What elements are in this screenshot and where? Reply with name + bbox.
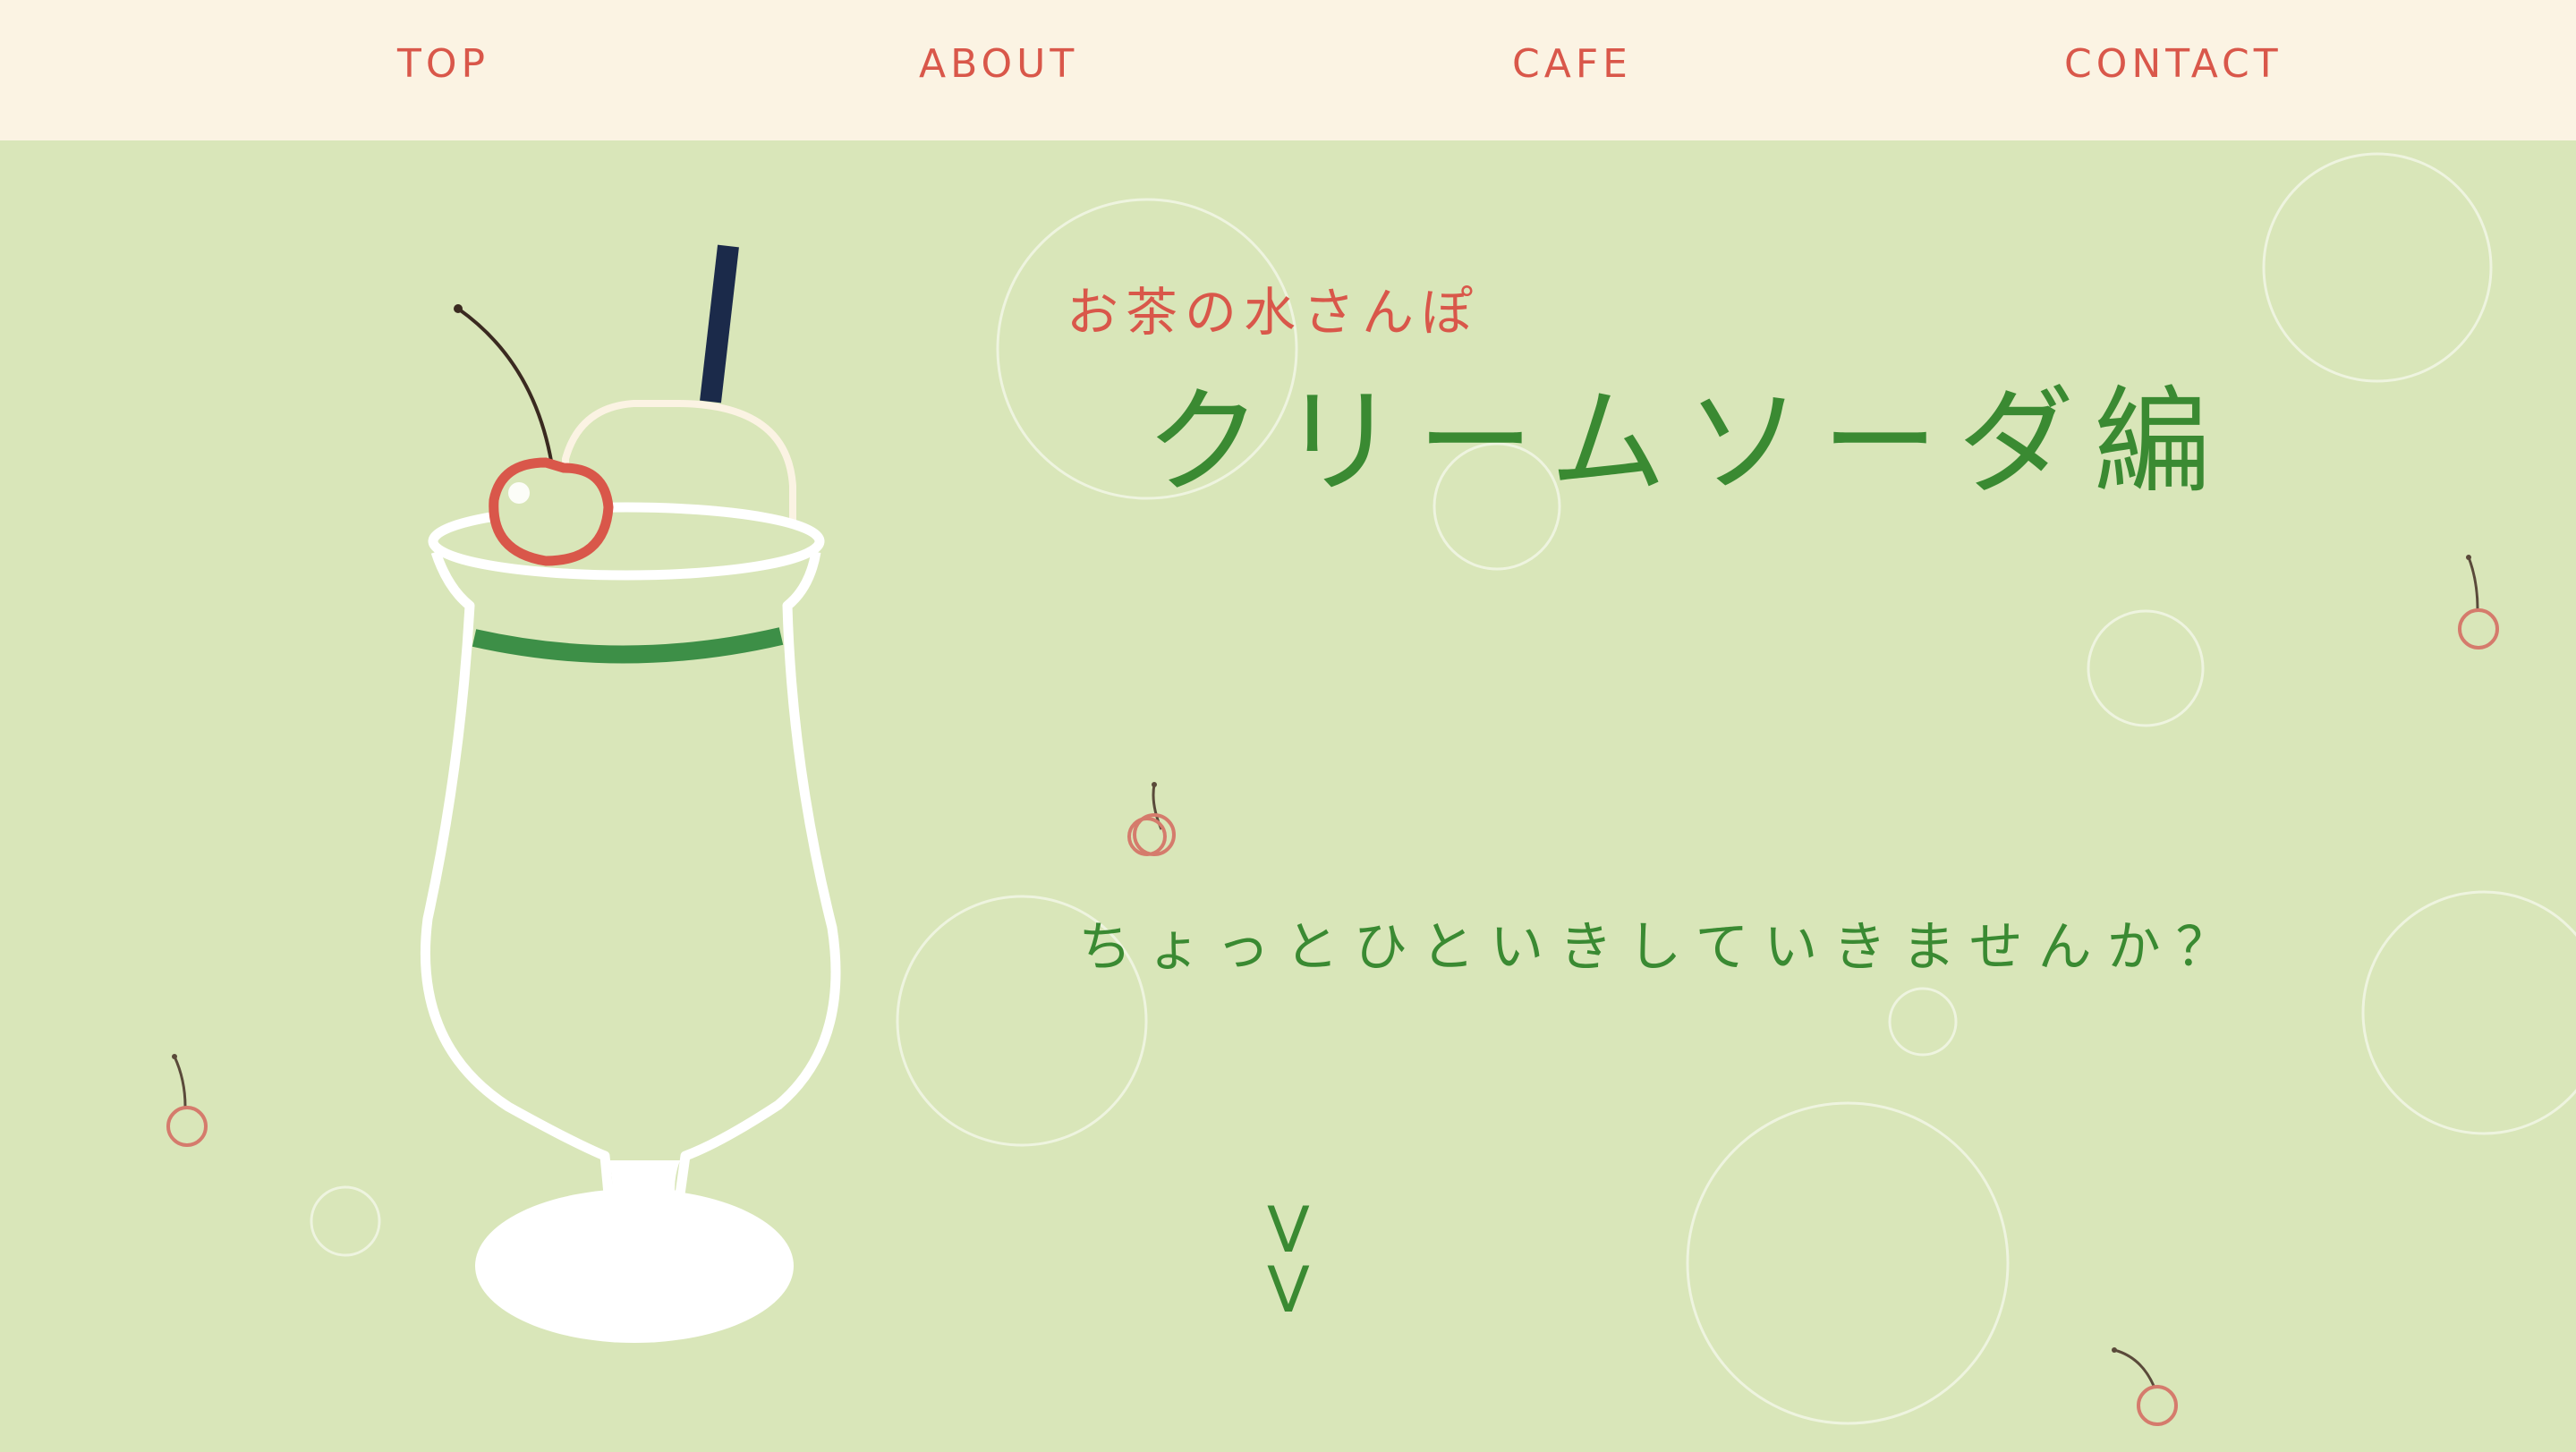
cherry-icon: [2458, 555, 2499, 650]
scroll-down-indicator[interactable]: V V: [1253, 1199, 1324, 1321]
cherry-icon: [1127, 782, 1176, 856]
nav-link-top[interactable]: TOP: [397, 45, 489, 84]
cherry-icon: [2112, 1347, 2178, 1426]
top-nav: TOP ABOUT CAFE CONTACT: [0, 0, 2576, 140]
cream-soda-glass-illustration: [421, 244, 841, 1343]
nav-link-about[interactable]: ABOUT: [919, 45, 1078, 84]
page-title: クリームソーダ編: [1145, 374, 2231, 510]
nav-link-cafe[interactable]: CAFE: [1512, 45, 1632, 84]
cherry-icon: [166, 1054, 208, 1147]
page-subtitle: お茶の水さんぽ: [1067, 282, 1481, 343]
hero-section: お茶の水さんぽ クリームソーダ編 ちょっとひといきしていきませんか？ V V: [0, 140, 2576, 1452]
nav-link-contact[interactable]: CONTACT: [2064, 45, 2283, 84]
page-tagline: ちょっとひといきしていきませんか？: [1078, 916, 2245, 979]
